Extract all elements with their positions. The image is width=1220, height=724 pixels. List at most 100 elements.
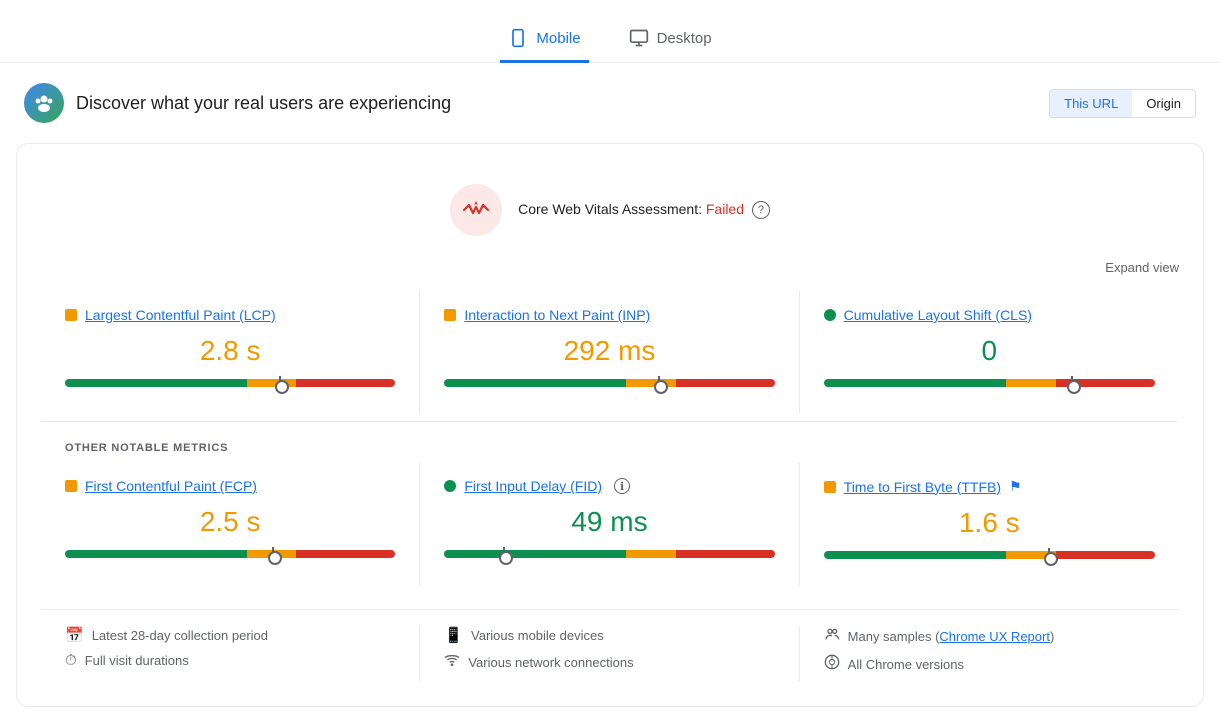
footer-chrome-versions: All Chrome versions [824,654,1155,674]
metric-dot-ttfb [824,481,836,493]
bar-red-fcp [296,550,395,558]
other-metrics-grid: First Contentful Paint (FCP) 2.5 s First… [41,462,1179,585]
progress-track-cls [824,379,1155,387]
metric-label-fcp: First Contentful Paint (FCP) [65,478,395,494]
footer-visit-durations: ⏱ Full visit durations [65,652,395,669]
assessment-icon [450,184,502,236]
progress-bar-cls [824,379,1155,389]
metric-dot-cls [824,309,836,321]
core-metrics-grid: Largest Contentful Paint (LCP) 2.8 s Int… [41,291,1179,413]
network-icon [444,652,460,672]
timer-icon: ⏱ [65,652,77,669]
bar-red-lcp [296,379,395,387]
header-section: Discover what your real users are experi… [0,63,1220,143]
footer-collection-period: 📅 Latest 28-day collection period [65,626,395,644]
footer-mobile-text: Various mobile devices [471,628,604,643]
tab-mobile-label: Mobile [536,30,580,47]
bar-green-fcp [65,550,247,558]
progress-track-inp [444,379,774,387]
assessment-title: Core Web Vitals Assessment: [518,201,702,217]
progress-bar-ttfb [824,551,1155,561]
progress-marker-cls [1071,376,1073,390]
metric-name-fcp[interactable]: First Contentful Paint (FCP) [85,478,257,494]
metric-cell-ttfb: Time to First Byte (TTFB) ⚑ 1.6 s [800,462,1179,585]
progress-marker-fcp [272,547,274,561]
expand-view[interactable]: Expand view [41,260,1179,275]
metric-info-icon[interactable]: ℹ [614,478,630,494]
bar-orange-inp [626,379,676,387]
assessment-info-icon[interactable]: ? [752,201,770,219]
metric-name-inp[interactable]: Interaction to Next Paint (INP) [464,307,650,323]
bar-orange-cls [1006,379,1056,387]
metric-name-cls[interactable]: Cumulative Layout Shift (CLS) [844,307,1032,323]
metric-dot-inp [444,309,456,321]
chrome-ux-report-link[interactable]: Chrome UX Report [939,629,1050,644]
metric-name-lcp[interactable]: Largest Contentful Paint (LCP) [85,307,276,323]
metric-value-lcp: 2.8 s [65,335,395,367]
metric-dot-fid [444,480,456,492]
footer-col-2: 📱 Various mobile devices Various network… [420,626,799,682]
metric-dot-fcp [65,480,77,492]
progress-marker-ttfb [1048,548,1050,562]
bar-green-lcp [65,379,247,387]
progress-track-lcp [65,379,395,387]
footer-samples-text: Many samples (Chrome UX Report) [848,629,1055,644]
metric-name-ttfb[interactable]: Time to First Byte (TTFB) [844,479,1001,495]
footer-col-3: Many samples (Chrome UX Report) All Chro… [800,626,1179,682]
footer-network-text: Various network connections [468,655,633,670]
section-divider [41,421,1179,422]
progress-track-ttfb [824,551,1155,559]
header-title: Discover what your real users are experi… [76,93,451,114]
metric-label-inp: Interaction to Next Paint (INP) [444,307,774,323]
metric-name-fid[interactable]: First Input Delay (FID) [464,478,602,494]
header-left: Discover what your real users are experi… [24,83,451,123]
url-toggle: This URL Origin [1049,89,1196,118]
footer-network: Various network connections [444,652,774,672]
origin-button[interactable]: Origin [1132,90,1195,117]
tab-mobile[interactable]: Mobile [500,16,588,63]
progress-bar-lcp [65,379,395,389]
tab-bar: Mobile Desktop [0,0,1220,63]
this-url-button[interactable]: This URL [1050,90,1132,117]
metric-dot-lcp [65,309,77,321]
metric-flag-icon: ⚑ [1009,478,1022,495]
footer-col-1: 📅 Latest 28-day collection period ⏱ Full… [41,626,420,682]
metric-cell-cls: Cumulative Layout Shift (CLS) 0 [800,291,1179,413]
bar-red-fid [676,550,775,558]
footer-mobile-devices: 📱 Various mobile devices [444,626,774,644]
bar-red-ttfb [1056,551,1155,559]
main-card: Core Web Vitals Assessment: Failed ? Exp… [16,143,1204,707]
mobile-devices-icon: 📱 [444,626,463,644]
users-icon [824,626,840,646]
progress-track-fcp [65,550,395,558]
progress-marker-fid [503,547,505,561]
footer-visit-text: Full visit durations [85,653,189,668]
footer-collection-text: Latest 28-day collection period [92,628,268,643]
bar-green-inp [444,379,626,387]
calendar-icon: 📅 [65,626,84,644]
metric-value-fcp: 2.5 s [65,506,395,538]
metric-label-fid: First Input Delay (FID) ℹ [444,478,774,494]
assessment-header: Core Web Vitals Assessment: Failed ? [41,168,1179,260]
progress-bar-fcp [65,550,395,560]
other-metrics-label: OTHER NOTABLE METRICS [41,442,1179,454]
assessment-text: Core Web Vitals Assessment: Failed ? [518,201,770,219]
metric-label-cls: Cumulative Layout Shift (CLS) [824,307,1155,323]
footer-samples: Many samples (Chrome UX Report) [824,626,1155,646]
bar-green-fid [444,550,626,558]
tab-desktop-label: Desktop [657,30,712,47]
bar-green-ttfb [824,551,1006,559]
footer-chrome-text: All Chrome versions [848,657,964,672]
progress-marker-inp [658,376,660,390]
chrome-icon [824,654,840,674]
tab-desktop[interactable]: Desktop [621,16,720,63]
bar-orange-lcp [247,379,297,387]
metric-cell-fid: First Input Delay (FID) ℹ 49 ms [420,462,799,585]
assessment-status: Failed [706,201,744,217]
metric-cell-fcp: First Contentful Paint (FCP) 2.5 s [41,462,420,585]
progress-marker-lcp [279,376,281,390]
metric-label-ttfb: Time to First Byte (TTFB) ⚑ [824,478,1155,495]
metric-value-ttfb: 1.6 s [824,507,1155,539]
metric-value-cls: 0 [824,335,1155,367]
metric-value-inp: 292 ms [444,335,774,367]
